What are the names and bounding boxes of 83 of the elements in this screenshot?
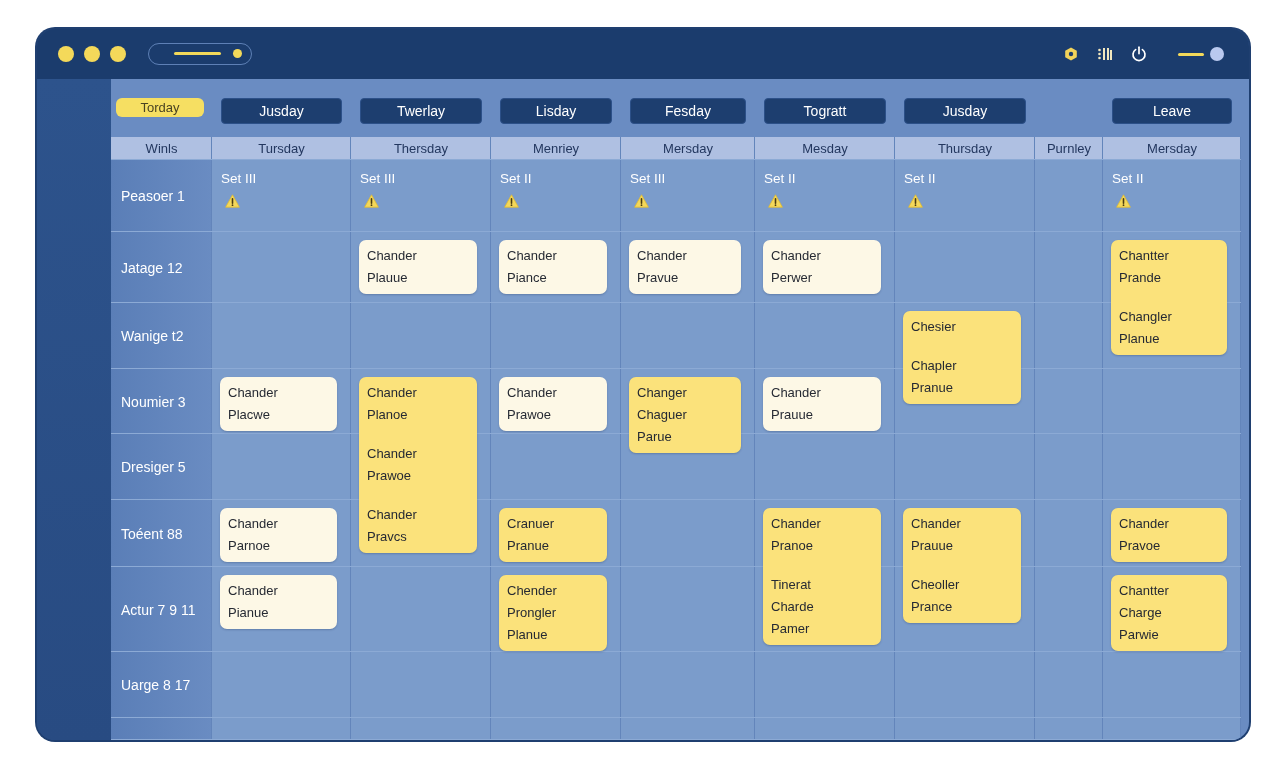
column-header: Thursday xyxy=(895,137,1035,160)
event-text: Chander Pravcs xyxy=(367,506,418,546)
bars-icon[interactable] xyxy=(1098,47,1112,61)
event-card[interactable]: Chander Pranoe Tinerat Charde Pamer xyxy=(763,508,881,645)
event-text: Chander Pranoe xyxy=(771,515,822,555)
event-card[interactable]: Changer Chaguer Parue xyxy=(629,377,741,453)
event-text: Chander Pravoe xyxy=(1119,515,1170,555)
event-card[interactable]: Chantter Prande Changler Planue xyxy=(1111,240,1227,355)
event-text: Cranuer Pranue xyxy=(507,515,555,555)
event-card[interactable]: Chander Pianue xyxy=(220,575,337,629)
column-header: Tursday xyxy=(212,137,351,160)
event-card[interactable]: Chander Prawoe xyxy=(499,377,607,431)
event-card[interactable]: Chander Piance xyxy=(499,240,607,294)
toolbar-button[interactable]: Jusday xyxy=(221,98,342,124)
toolbar-button[interactable]: Jusday xyxy=(904,98,1026,124)
event-text: Chander Prawoe xyxy=(367,445,418,485)
power-icon[interactable] xyxy=(1131,46,1147,62)
event-card[interactable]: Chander Prauue xyxy=(763,377,881,431)
event-card[interactable]: Chantter Charge Parwie xyxy=(1111,575,1227,651)
row-label: Wanige t2 xyxy=(121,328,184,344)
toolbar-button[interactable]: Twerlay xyxy=(360,98,482,124)
row-label: Actur 7 9 11 xyxy=(121,601,196,618)
event-text: Tinerat Charde Pamer xyxy=(771,576,815,638)
event-text: Chantter Charge Parwie xyxy=(1119,582,1170,644)
event-card[interactable]: Chander Pravue xyxy=(629,240,741,294)
row-label: Toéent 88 xyxy=(121,525,183,542)
event-text: Chander Prauue xyxy=(911,515,962,555)
toolbar-button[interactable]: Fesday xyxy=(630,98,746,124)
event-text: Chander Prawoe xyxy=(507,384,558,424)
event-text: Chander Placwe xyxy=(228,384,279,424)
event-text: Chesier xyxy=(911,318,957,336)
toolbar-button[interactable]: Togratt xyxy=(764,98,886,124)
set-label: Set II xyxy=(500,171,532,186)
event-text: Chander Parnoe xyxy=(228,515,279,555)
event-card[interactable]: Chander Pravoe xyxy=(1111,508,1227,562)
event-card[interactable]: Chander Parnoe xyxy=(220,508,337,562)
set-label: Set III xyxy=(221,171,257,186)
event-text: Chender Prongler Planue xyxy=(507,582,558,644)
set-label: Set III xyxy=(360,171,396,186)
window-control-icon[interactable] xyxy=(58,46,74,62)
column-header: Mesday xyxy=(755,137,895,160)
event-card[interactable]: Cranuer Pranue xyxy=(499,508,607,562)
set-label: Set II xyxy=(764,171,796,186)
column-header: Mersday xyxy=(1103,137,1241,160)
set-label: Set II xyxy=(904,171,936,186)
row-label: Noumier 3 xyxy=(121,393,186,410)
event-text: Chander Piance xyxy=(507,247,558,287)
toolbar-button[interactable]: Lisday xyxy=(500,98,612,124)
today-button[interactable]: Torday xyxy=(116,98,204,117)
row-label: Peasoer 1 xyxy=(121,188,185,204)
event-card[interactable]: Chander Prauue Cheoller Prance xyxy=(903,508,1021,623)
event-text: Chander Perwer xyxy=(771,247,822,287)
event-text: Chander Pianue xyxy=(228,582,279,622)
event-text: Cheoller Prance xyxy=(911,576,961,616)
row-label: Dresiger 5 xyxy=(121,459,186,475)
event-text: Chander Plauue xyxy=(367,247,418,287)
column-header: Purnley xyxy=(1035,137,1103,160)
event-card[interactable]: Chender Prongler Planue xyxy=(499,575,607,651)
slider-thumb[interactable] xyxy=(233,49,242,58)
event-card[interactable]: Chander Plauue xyxy=(359,240,477,294)
row-label: Jatage 12 xyxy=(121,259,183,276)
event-card[interactable]: Chander Planoe Chander Prawoe Chander Pravcs xyxy=(359,377,477,553)
row-label: Uarge 8 17 xyxy=(121,677,191,693)
toggle-switch[interactable] xyxy=(1178,47,1224,61)
event-text: Chantter Prande xyxy=(1119,247,1170,287)
event-card[interactable]: Chander Placwe xyxy=(220,377,337,431)
window-control-icon[interactable] xyxy=(110,46,126,62)
event-text: Changer Chaguer Parue xyxy=(637,384,688,446)
toolbar-button[interactable]: Leave xyxy=(1112,98,1232,124)
event-text: Chapler Pranue xyxy=(911,357,958,397)
hexagon-icon[interactable] xyxy=(1064,47,1078,61)
event-text: Chander Prauue xyxy=(771,384,822,424)
event-card[interactable]: Chander Perwer xyxy=(763,240,881,294)
event-text: Changler Planue xyxy=(1119,308,1173,348)
event-text: Chander Pravue xyxy=(637,247,688,287)
set-label: Set III xyxy=(630,171,666,186)
window-control-icon[interactable] xyxy=(84,46,100,62)
event-card[interactable]: Chesier Chapler Pranue xyxy=(903,311,1021,404)
set-label: Set II xyxy=(1112,171,1144,186)
column-header: Menriey xyxy=(491,137,621,160)
column-header: Mersday xyxy=(621,137,755,160)
event-text: Chander Planoe xyxy=(367,384,418,424)
column-header: Thersday xyxy=(351,137,491,160)
